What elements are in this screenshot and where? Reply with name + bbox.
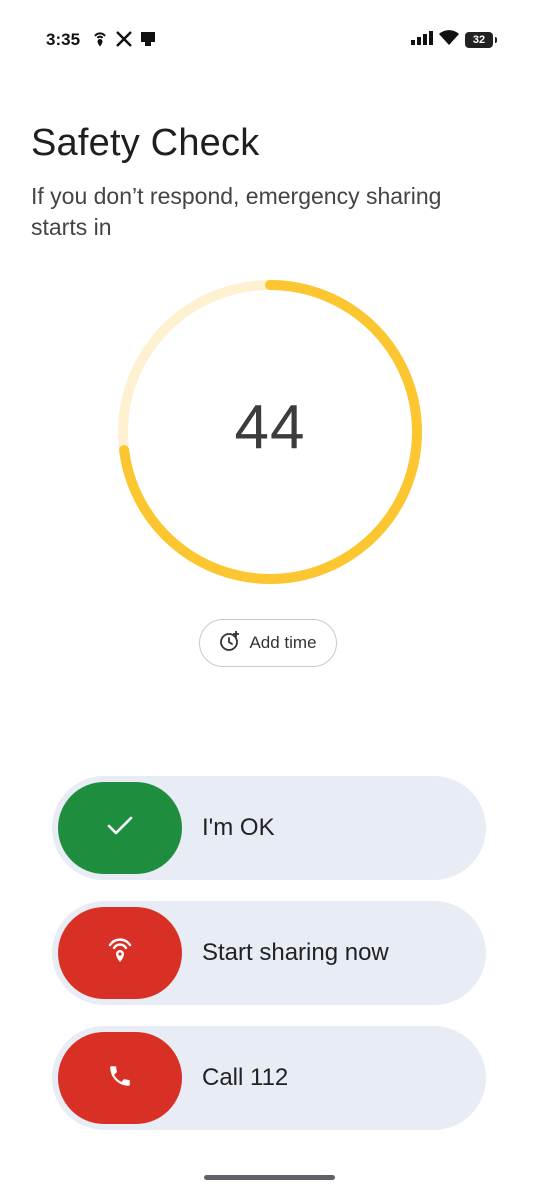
status-icons-left xyxy=(92,30,156,53)
check-icon xyxy=(107,816,133,841)
phone-icon xyxy=(107,1063,133,1094)
status-time: 3:35 xyxy=(46,30,81,49)
add-time-button[interactable]: Add time xyxy=(199,619,337,667)
status-bar: 3:35 32 xyxy=(0,0,539,80)
countdown-ring: 44 xyxy=(112,274,428,590)
location-broadcast-icon xyxy=(92,30,108,53)
signal-icon xyxy=(411,30,433,50)
battery-icon: 32 xyxy=(465,32,497,48)
add-time-label: Add time xyxy=(249,633,317,652)
status-icons-right: 32 xyxy=(411,30,497,50)
countdown-value: 44 xyxy=(234,393,306,462)
start-sharing-button[interactable]: Start sharing now xyxy=(52,901,486,1005)
call-emergency-button[interactable]: Call 112 xyxy=(52,1026,486,1130)
call-emergency-pill xyxy=(58,1032,182,1124)
sim-icon xyxy=(140,31,156,52)
im-ok-button[interactable]: I'm OK xyxy=(52,776,486,880)
home-indicator[interactable] xyxy=(204,1175,335,1180)
wifi-icon xyxy=(439,30,459,50)
subtitle: If you don’t respond, emergency sharing … xyxy=(31,183,442,240)
im-ok-label: I'm OK xyxy=(202,814,275,841)
timer-add-icon xyxy=(219,630,241,657)
im-ok-pill xyxy=(58,782,182,874)
call-emergency-label: Call 112 xyxy=(202,1064,289,1091)
start-sharing-pill xyxy=(58,907,182,999)
start-sharing-label: Start sharing now xyxy=(202,939,389,966)
battery-level: 32 xyxy=(472,34,486,46)
x-app-icon xyxy=(116,31,132,52)
location-share-icon xyxy=(107,936,133,971)
page-title: Safety Check xyxy=(31,122,260,164)
